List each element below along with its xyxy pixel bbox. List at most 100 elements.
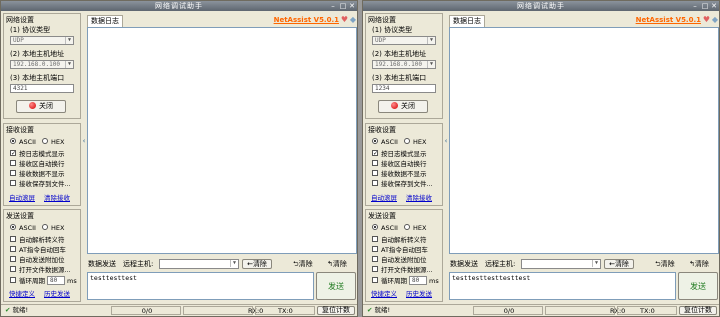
checkbox-icon — [10, 246, 16, 252]
send-text-input[interactable]: testtesttesttesttest — [449, 272, 676, 300]
title-bar[interactable]: 网络调试助手 – □ ✕ — [363, 1, 719, 11]
close-icon[interactable]: ✕ — [348, 2, 356, 10]
remote-host-select[interactable]: ▼ — [521, 259, 601, 269]
loop-period-input[interactable]: 80 — [409, 276, 427, 285]
send-file-source-checkbox[interactable]: 打开文件数据源... — [10, 266, 71, 274]
recv-log-mode-checkbox[interactable]: ✓ 按日志模式显示 — [372, 150, 427, 158]
checkbox-icon — [10, 236, 16, 242]
status-counter: 0/0 — [473, 306, 543, 315]
recv-ascii-radio[interactable]: ASCII — [372, 138, 398, 146]
heart-icon[interactable]: ♥ — [341, 15, 348, 25]
status-tx: TX:0 — [617, 306, 677, 315]
send-hex-radio[interactable]: HEX — [42, 224, 64, 232]
collapse-arrow-icon[interactable]: ‹ — [444, 121, 448, 161]
auto-scroll-link[interactable]: 自动滚屏 — [9, 194, 35, 202]
recv-hex-radio[interactable]: HEX — [42, 138, 64, 146]
clear-recv-link[interactable]: 清除接收 — [406, 194, 432, 202]
brand-link[interactable]: NetAssist V5.0.1 — [274, 16, 339, 25]
clear-remote-button[interactable]: ←清除 — [604, 259, 634, 269]
recv-wrap-checkbox[interactable]: 接收区自动换行 — [372, 160, 427, 168]
shortcut-link[interactable]: 快捷定义 — [9, 290, 35, 298]
recv-save-file-checkbox[interactable]: 接收保存到文件... — [372, 180, 433, 188]
maximize-icon[interactable]: □ — [701, 2, 709, 10]
status-bar: ✔ 就绪! 0/0 RX:0 TX:0 复位计数 — [1, 304, 357, 316]
option-label: 接收数据不显示 — [381, 170, 427, 178]
receive-log-area[interactable] — [87, 27, 357, 254]
option-label: 打开文件数据源... — [381, 266, 433, 274]
clear-recv-link[interactable]: 清除接收 — [44, 194, 70, 202]
drop-icon[interactable]: ◆ — [350, 15, 356, 25]
send-ascii-radio[interactable]: ASCII — [10, 224, 36, 232]
send-file-source-checkbox[interactable]: 打开文件数据源... — [372, 266, 433, 274]
send-loop-checkbox[interactable]: 循环周期 — [10, 277, 45, 285]
recv-hide-checkbox[interactable]: 接收数据不显示 — [10, 170, 65, 178]
reset-count-button[interactable]: 复位计数 — [317, 306, 355, 315]
recv-hex-radio[interactable]: HEX — [404, 138, 426, 146]
option-label: 自动解析转义符 — [381, 236, 427, 244]
send-button[interactable]: 发送 — [678, 272, 718, 300]
recv-ascii-label: ASCII — [381, 138, 398, 146]
minimize-icon[interactable]: – — [329, 2, 337, 10]
checkbox-icon — [10, 256, 16, 262]
send-loop-checkbox[interactable]: 循环周期 — [372, 277, 407, 285]
net-settings-group: 网络设置 (1) 协议类型 UDP ▼ (2) 本地主机地址 192.168.0.… — [365, 13, 443, 119]
protocol-select[interactable]: UDP ▼ — [372, 36, 436, 45]
remote-host-select[interactable]: ▼ — [159, 259, 239, 269]
send-hex-radio[interactable]: HEX — [404, 224, 426, 232]
clear-send-button[interactable]: ↰清除 — [327, 259, 347, 269]
clear-send-button[interactable]: ↰清除 — [689, 259, 709, 269]
history-link[interactable]: 历史发送 — [406, 290, 432, 298]
close-icon[interactable]: ✕ — [710, 2, 718, 10]
auto-scroll-link[interactable]: 自动滚屏 — [371, 194, 397, 202]
port-input[interactable]: 1234 — [372, 84, 436, 93]
heart-icon[interactable]: ♥ — [703, 15, 710, 25]
send-settings-group: 发送设置 ASCII HEX 自动解析转义符 AT指令自动回车 自动发送附加位 … — [3, 209, 81, 302]
tab-data-log[interactable]: 数据日志 — [449, 15, 485, 27]
host-select[interactable]: 192.168.0.100 ▼ — [10, 60, 74, 69]
collapse-arrow-icon[interactable]: ‹ — [82, 121, 86, 161]
option-label: 自动解析转义符 — [19, 236, 65, 244]
close-connection-button[interactable]: 关闭 — [378, 100, 428, 113]
protocol-select[interactable]: UDP ▼ — [10, 36, 74, 45]
send-append-checkbox[interactable]: 自动发送附加位 — [372, 256, 427, 264]
maximize-icon[interactable]: □ — [339, 2, 347, 10]
receive-log-area[interactable] — [449, 27, 719, 254]
send-escape-checkbox[interactable]: 自动解析转义符 — [10, 236, 65, 244]
brand-link[interactable]: NetAssist V5.0.1 — [636, 16, 701, 25]
recv-save-file-checkbox[interactable]: 接收保存到文件... — [10, 180, 71, 188]
send-at-cr-checkbox[interactable]: AT指令自动回车 — [10, 246, 66, 254]
clear-recv-button[interactable]: ⮌清除 — [293, 259, 313, 269]
send-append-checkbox[interactable]: 自动发送附加位 — [10, 256, 65, 264]
chevron-down-icon: ▼ — [65, 37, 73, 44]
option-label: 接收区自动换行 — [381, 160, 427, 168]
radio-icon — [42, 224, 48, 230]
clear-remote-button[interactable]: ←清除 — [242, 259, 272, 269]
history-link[interactable]: 历史发送 — [44, 290, 70, 298]
reset-count-button[interactable]: 复位计数 — [679, 306, 717, 315]
recv-log-mode-checkbox[interactable]: ✓ 按日志模式显示 — [10, 150, 65, 158]
loop-period-input[interactable]: 80 — [47, 276, 65, 285]
close-connection-button[interactable]: 关闭 — [16, 100, 66, 113]
option-label: 打开文件数据源... — [19, 266, 71, 274]
send-ascii-radio[interactable]: ASCII — [372, 224, 398, 232]
loop-unit: ms — [67, 277, 77, 285]
host-select[interactable]: 192.168.0.100 ▼ — [372, 60, 436, 69]
send-text-input[interactable]: testtesttest — [87, 272, 314, 300]
chevron-down-icon: ▼ — [427, 61, 435, 68]
send-button[interactable]: 发送 — [316, 272, 356, 300]
shortcut-link[interactable]: 快捷定义 — [371, 290, 397, 298]
recv-ascii-radio[interactable]: ASCII — [10, 138, 36, 146]
send-escape-checkbox[interactable]: 自动解析转义符 — [372, 236, 427, 244]
send-at-cr-checkbox[interactable]: AT指令自动回车 — [372, 246, 428, 254]
recv-hide-checkbox[interactable]: 接收数据不显示 — [372, 170, 427, 178]
option-label: AT指令自动回车 — [19, 246, 66, 254]
port-input[interactable]: 4321 — [10, 84, 74, 93]
clear-recv-button[interactable]: ⮌清除 — [655, 259, 675, 269]
title-bar[interactable]: 网络调试助手 – □ ✕ — [1, 1, 357, 11]
drop-icon[interactable]: ◆ — [712, 15, 718, 25]
protocol-label: (1) 协议类型 — [372, 26, 413, 34]
minimize-icon[interactable]: – — [691, 2, 699, 10]
tab-data-log[interactable]: 数据日志 — [87, 15, 123, 27]
status-rx: RX:0 — [545, 306, 625, 315]
recv-wrap-checkbox[interactable]: 接收区自动换行 — [10, 160, 65, 168]
